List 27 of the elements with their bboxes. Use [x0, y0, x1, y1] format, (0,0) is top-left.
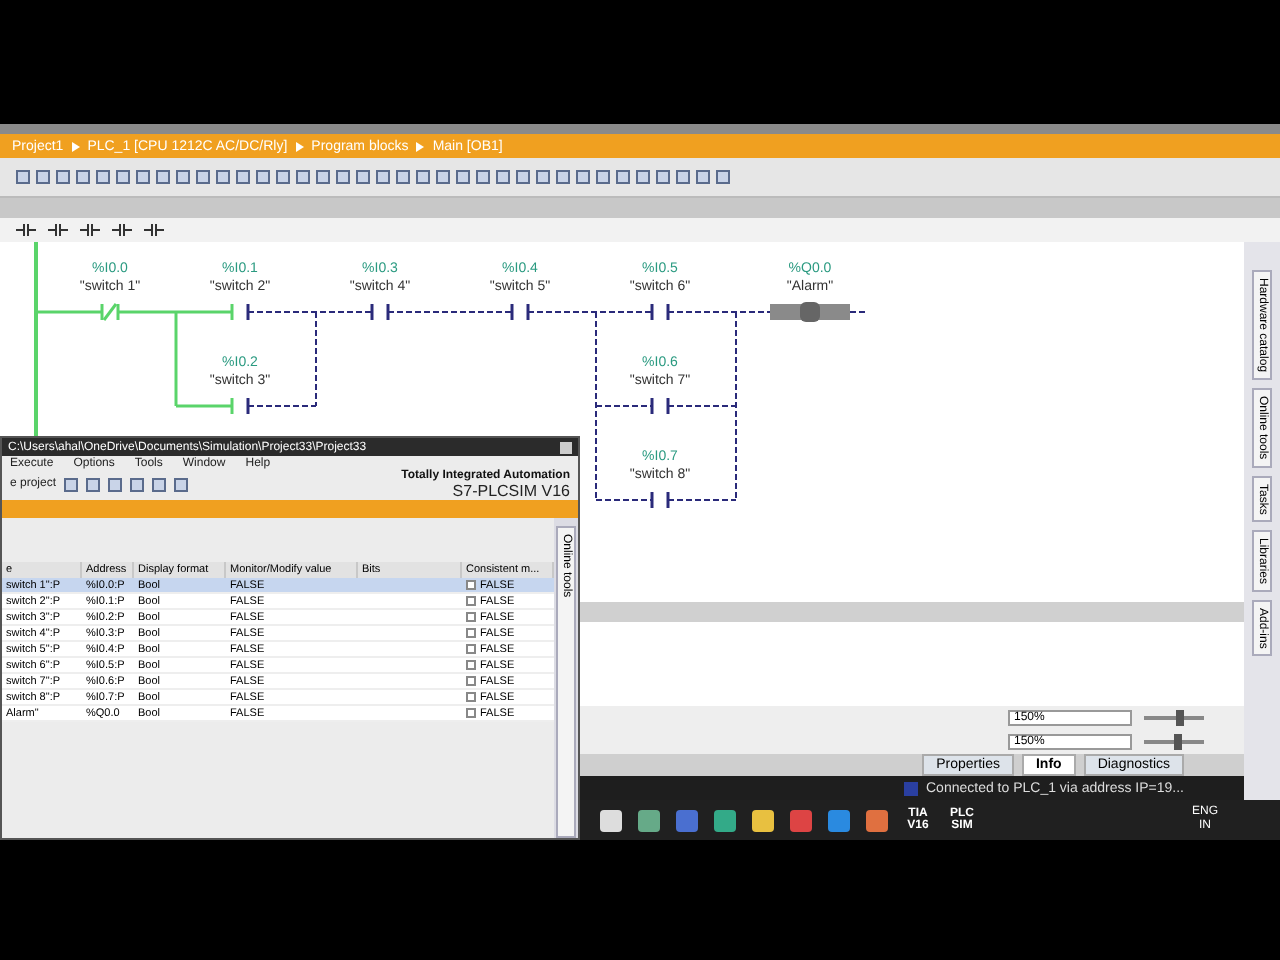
slider-thumb[interactable]	[1173, 734, 1181, 750]
checkbox[interactable]	[466, 612, 476, 622]
chevron-icon	[295, 141, 304, 151]
checkbox[interactable]	[466, 692, 476, 702]
close-icon[interactable]	[560, 441, 572, 453]
app-icon[interactable]	[714, 809, 736, 831]
contact-tool-icon[interactable]	[80, 224, 100, 236]
slider-thumb[interactable]	[1176, 710, 1184, 726]
product-name: S7-PLCSIM V16	[452, 481, 570, 499]
checkbox[interactable]	[466, 628, 476, 638]
app-icon[interactable]	[600, 809, 622, 831]
contact-tool-icon[interactable]	[48, 224, 68, 236]
check-icon	[904, 781, 918, 795]
chevron-icon	[71, 141, 80, 151]
app-icon[interactable]	[752, 809, 774, 831]
checkbox[interactable]	[466, 676, 476, 686]
contact-tool-icon[interactable]	[16, 224, 36, 236]
checkbox[interactable]	[466, 644, 476, 654]
chevron-icon	[416, 141, 425, 151]
checkbox[interactable]	[466, 660, 476, 670]
contact-tool-icon[interactable]	[112, 224, 132, 236]
app-icon[interactable]	[638, 809, 660, 831]
checkbox[interactable]	[466, 580, 476, 590]
checkbox[interactable]	[466, 596, 476, 606]
contact-tool-icon[interactable]	[144, 224, 164, 236]
checkbox[interactable]	[466, 708, 476, 718]
app-icon[interactable]	[866, 809, 888, 831]
